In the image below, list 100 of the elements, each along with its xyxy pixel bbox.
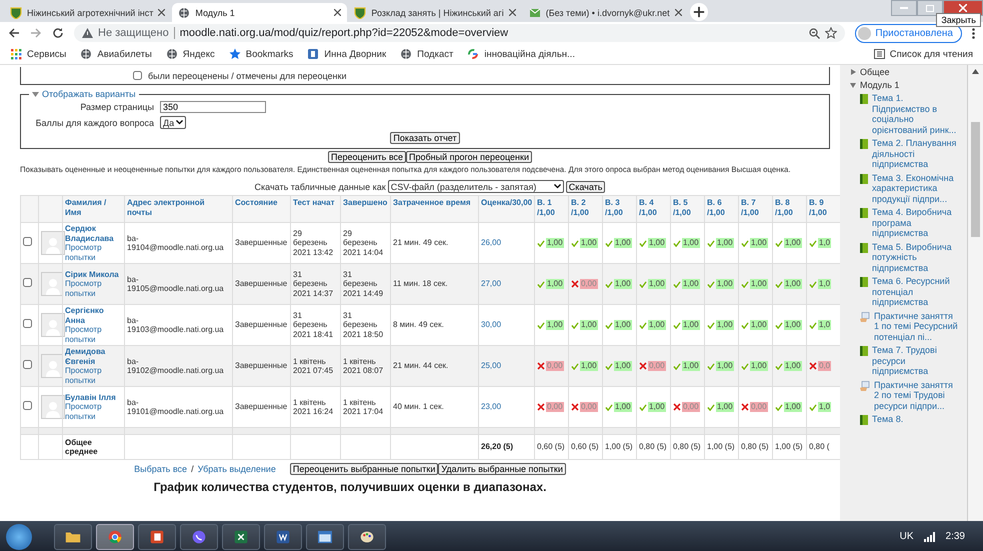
close-icon[interactable] xyxy=(508,9,516,16)
row-checkbox[interactable] xyxy=(23,360,32,370)
reading-list-button[interactable]: Список для чтения xyxy=(874,48,973,60)
mark-link[interactable]: 1,00 xyxy=(716,238,734,248)
student-link[interactable]: Сірик Микола xyxy=(65,270,122,280)
mark-link[interactable]: 1,00 xyxy=(648,238,666,248)
browser-tab[interactable]: (Без теми) • i.dvornyk@ukr.net xyxy=(522,3,688,22)
address-bar[interactable]: Не защищено moodle.nati.org.ua/mod/quiz/report.php?id=22052&mode=overview xyxy=(74,24,846,42)
grade-link[interactable]: 26,00 xyxy=(481,238,502,248)
show-report-button[interactable]: Показать отчет xyxy=(390,132,460,144)
regrade-button[interactable]: Переоценить все xyxy=(328,151,406,163)
security-label[interactable]: Не защищено xyxy=(98,27,169,39)
mark-link[interactable]: 1,00 xyxy=(648,279,666,289)
mark-link[interactable]: 1,00 xyxy=(750,361,768,371)
mark-link[interactable]: 1,00 xyxy=(614,361,632,371)
course-link[interactable]: Тема 5. Виробнича потужність підприємства xyxy=(872,242,957,273)
mark-link[interactable]: 1,00 xyxy=(682,361,700,371)
mark-link[interactable]: 1,0 xyxy=(818,320,832,330)
section-title[interactable]: Модуль 1 xyxy=(860,80,900,90)
review-link[interactable]: Просмотр попытки xyxy=(65,402,122,422)
mark-link[interactable]: 1,00 xyxy=(784,361,802,371)
language-indicator[interactable]: UK xyxy=(900,531,914,542)
download-button[interactable]: Скачать xyxy=(566,180,606,192)
review-link[interactable]: Просмотр попытки xyxy=(65,243,122,262)
bookmark[interactable]: Инна Дворник xyxy=(307,48,386,60)
regrade-button[interactable]: Пробный прогон переоценки xyxy=(406,151,532,163)
caret-icon[interactable] xyxy=(850,82,856,88)
mark-link[interactable]: 1,00 xyxy=(750,320,768,330)
student-link[interactable]: Демидова Євгенія xyxy=(65,347,122,366)
mark-link[interactable]: 1,00 xyxy=(546,238,564,248)
bulk-action-button[interactable]: Переоценить выбранные попытки xyxy=(290,463,438,475)
deselect-link[interactable]: Убрать выделение xyxy=(198,464,276,474)
course-link[interactable]: Тема 7. Трудові ресурси підприємства xyxy=(872,345,957,376)
mark-link[interactable]: 1,00 xyxy=(614,279,632,289)
mark-link[interactable]: 1,00 xyxy=(682,279,700,289)
section-title[interactable]: Общее xyxy=(860,67,890,77)
mark-link[interactable]: 1,0 xyxy=(818,279,832,289)
mark-link[interactable]: 1,00 xyxy=(784,320,802,330)
course-link[interactable]: Тема 1. Підприємство в соціально орієнтований ринк... xyxy=(872,93,957,135)
grade-link[interactable]: 25,00 xyxy=(481,361,502,370)
taskbar-app[interactable] xyxy=(138,524,176,550)
mark-link[interactable]: 1,00 xyxy=(580,361,598,371)
mark-link[interactable]: 1,0 xyxy=(818,402,832,412)
bulk-action-button[interactable]: Удалить выбранные попытки xyxy=(438,463,566,475)
browser-tab[interactable]: Ніжинський агротехнічний інст xyxy=(4,3,172,22)
select-all-link[interactable]: Выбрать все xyxy=(134,464,188,474)
section-toggle[interactable]: Отображать варианты xyxy=(29,89,139,99)
mark-link[interactable]: 1,00 xyxy=(580,320,598,330)
mark-link[interactable]: 1,00 xyxy=(682,320,700,330)
course-link[interactable]: Практичне заняття 1 по темі Ресурсний потенціал пі... xyxy=(874,310,959,342)
row-checkbox[interactable] xyxy=(23,278,32,288)
new-tab-icon[interactable] xyxy=(688,3,709,21)
scroll-up-icon[interactable] xyxy=(972,69,979,74)
course-link[interactable]: Тема 8. xyxy=(872,414,957,424)
mark-link[interactable]: 1,00 xyxy=(614,402,632,412)
mark-link[interactable]: 1,0 xyxy=(818,238,832,248)
taskbar-app[interactable] xyxy=(54,524,92,550)
grade-link[interactable]: 23,00 xyxy=(481,402,502,412)
row-checkbox[interactable] xyxy=(23,237,32,246)
course-link[interactable]: Тема 6. Ресурсний потенціал підприємства xyxy=(872,276,957,308)
checkbox[interactable] xyxy=(133,71,142,80)
student-link[interactable]: Сергієнко Анна xyxy=(65,306,122,325)
clock[interactable]: 2:39 xyxy=(946,531,965,542)
mark-link[interactable]: 1,00 xyxy=(546,279,564,289)
mark-link[interactable]: 1,00 xyxy=(784,402,802,412)
course-link[interactable]: Тема 2. Планування діяльності підприємства xyxy=(872,138,957,170)
profile-button[interactable]: Приостановлена xyxy=(855,24,962,42)
taskbar-app[interactable] xyxy=(348,524,386,550)
student-link[interactable]: Булавін Ілля xyxy=(65,392,122,402)
caret-icon[interactable] xyxy=(850,69,856,75)
course-link[interactable]: Тема 3. Економічна характеристика продукції підпри... xyxy=(872,172,957,204)
review-link[interactable]: Просмотр попытки xyxy=(65,279,122,298)
taskbar-app[interactable] xyxy=(96,524,134,550)
input-field[interactable]: 350 xyxy=(160,101,266,113)
reload-icon[interactable] xyxy=(52,27,64,39)
maximize-button[interactable] xyxy=(917,0,943,16)
bookmark[interactable]: Подкаст xyxy=(400,48,454,60)
mark-link[interactable]: 1,00 xyxy=(682,238,700,248)
mark-link[interactable]: 1,00 xyxy=(648,320,666,330)
mark-link[interactable]: 1,00 xyxy=(750,279,768,289)
star-icon[interactable] xyxy=(825,27,838,39)
taskbar-app[interactable] xyxy=(306,524,344,550)
bookmark[interactable]: Авиабилеты xyxy=(80,48,152,60)
browser-tab[interactable]: Розклад занять | Ніжинський агі xyxy=(348,3,522,22)
course-link[interactable]: Практичне заняття 2 по темі Трудові ресурси підпри... xyxy=(874,380,959,411)
mark-link[interactable]: 1,00 xyxy=(716,361,734,371)
grade-link[interactable]: 30,00 xyxy=(481,320,502,330)
mark-link[interactable]: 1,00 xyxy=(784,238,802,248)
close-icon[interactable] xyxy=(674,9,682,16)
zoom-icon[interactable] xyxy=(809,28,820,38)
mark-link[interactable]: 1,00 xyxy=(750,238,768,248)
row-checkbox[interactable] xyxy=(23,401,32,410)
dropdown[interactable]: Да xyxy=(160,116,186,129)
mark-link[interactable]: 1,00 xyxy=(716,279,734,289)
scroll-thumb[interactable] xyxy=(971,122,980,237)
bookmark[interactable]: Яндекс xyxy=(166,48,215,60)
taskbar-app[interactable] xyxy=(222,524,260,550)
bookmark[interactable]: Сервисы xyxy=(10,48,66,60)
bookmark[interactable]: інноваційна діяльн... xyxy=(467,48,575,60)
close-icon[interactable] xyxy=(158,9,166,16)
